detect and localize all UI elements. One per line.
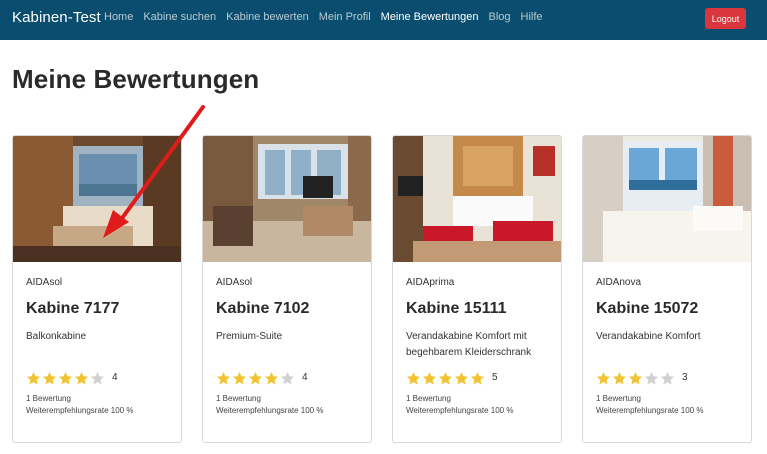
recommendation-rate: Weiterempfehlungsrate 100 % xyxy=(406,406,514,415)
cabin-photo[interactable] xyxy=(13,136,181,262)
review-card[interactable]: AIDAsol Kabine 7177 Balkonkabine 4 1 Bew… xyxy=(12,135,182,443)
star-icon xyxy=(248,371,263,385)
cabin-type: Verandakabine Komfort mit begehbarem Kle… xyxy=(406,331,532,358)
star-rating: 4 xyxy=(216,371,308,386)
star-icon xyxy=(74,371,89,385)
cabin-title[interactable]: Kabine 15111 xyxy=(406,300,507,318)
star-icon xyxy=(280,371,295,385)
recommendation-rate: Weiterempfehlungsrate 100 % xyxy=(596,406,704,415)
cabin-type: Verandakabine Komfort xyxy=(596,331,701,342)
star-icon xyxy=(406,371,421,385)
review-card[interactable]: AIDAnova Kabine 15072 Verandakabine Komf… xyxy=(582,135,752,443)
star-icon xyxy=(422,371,437,385)
star-icon xyxy=(644,371,659,385)
star-icon xyxy=(26,371,41,385)
star-icon xyxy=(596,371,611,385)
star-icon xyxy=(90,371,105,385)
nav-hilfe[interactable]: Hilfe xyxy=(521,11,543,23)
nav-meine-bewertungen[interactable]: Meine Bewertungen xyxy=(381,11,479,23)
ship-name: AIDAprima xyxy=(406,277,455,288)
review-card[interactable]: AIDAsol Kabine 7102 Premium-Suite 4 1 Be… xyxy=(202,135,372,443)
review-count: 1 Bewertung xyxy=(406,394,451,403)
star-rating: 4 xyxy=(26,371,118,386)
review-count: 1 Bewertung xyxy=(26,394,71,403)
cabin-title[interactable]: Kabine 7102 xyxy=(216,300,309,318)
ship-name: AIDAsol xyxy=(26,277,63,288)
star-icon xyxy=(264,371,279,385)
ship-name: AIDAnova xyxy=(596,277,642,288)
nav-kabine-bewerten[interactable]: Kabine bewerten xyxy=(226,11,309,23)
nav-kabine-suchen[interactable]: Kabine suchen xyxy=(143,11,216,23)
cabin-type: Premium-Suite xyxy=(216,331,283,342)
brand-logo[interactable]: Kabinen-Test xyxy=(12,9,101,26)
rating-value: 4 xyxy=(112,371,118,383)
star-icon xyxy=(42,371,57,385)
review-count: 1 Bewertung xyxy=(216,394,261,403)
star-icon xyxy=(216,371,231,385)
nav-blog[interactable]: Blog xyxy=(489,11,511,23)
rating-value: 5 xyxy=(492,371,498,383)
nav-links: Home Kabine suchen Kabine bewerten Mein … xyxy=(104,11,553,23)
top-navbar: Kabinen-Test Home Kabine suchen Kabine b… xyxy=(0,0,767,40)
recommendation-rate: Weiterempfehlungsrate 100 % xyxy=(216,406,324,415)
ship-name: AIDAsol xyxy=(216,277,253,288)
star-icon xyxy=(470,371,485,385)
review-count: 1 Bewertung xyxy=(596,394,641,403)
cabin-title[interactable]: Kabine 15072 xyxy=(596,300,698,318)
star-icon xyxy=(454,371,469,385)
rating-value: 3 xyxy=(682,371,688,383)
star-icon xyxy=(660,371,675,385)
star-rating: 5 xyxy=(406,371,498,386)
star-icon xyxy=(612,371,627,385)
review-card[interactable]: AIDAprima Kabine 15111 Verandakabine Kom… xyxy=(392,135,562,443)
cabin-title[interactable]: Kabine 7177 xyxy=(26,300,119,318)
page-title: Meine Bewertungen xyxy=(12,64,260,94)
cabin-type: Balkonkabine xyxy=(26,331,87,342)
cabin-photo[interactable] xyxy=(583,136,751,262)
star-rating: 3 xyxy=(596,371,688,386)
logout-button[interactable]: Logout xyxy=(705,8,746,29)
nav-mein-profil[interactable]: Mein Profil xyxy=(319,11,371,23)
cabin-photo[interactable] xyxy=(203,136,371,262)
recommendation-rate: Weiterempfehlungsrate 100 % xyxy=(26,406,134,415)
nav-home[interactable]: Home xyxy=(104,11,133,23)
cabin-photo[interactable] xyxy=(393,136,561,262)
star-icon xyxy=(438,371,453,385)
star-icon xyxy=(232,371,247,385)
star-icon xyxy=(58,371,73,385)
rating-value: 4 xyxy=(302,371,308,383)
star-icon xyxy=(628,371,643,385)
